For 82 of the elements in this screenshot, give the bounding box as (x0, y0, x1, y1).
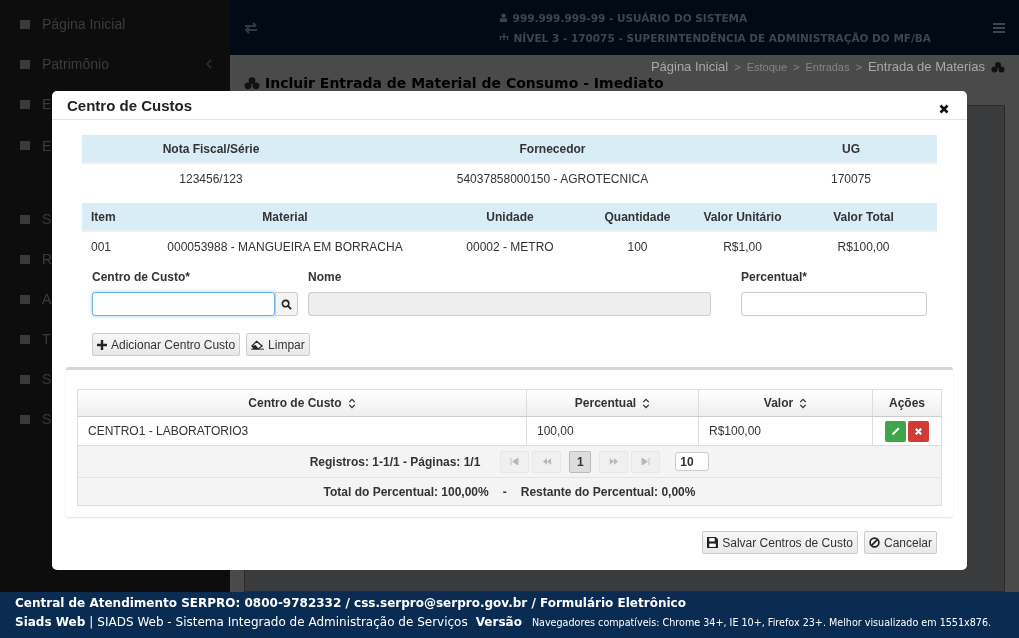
search-icon (281, 298, 292, 310)
column-header: UG (841, 141, 861, 156)
add-button[interactable]: Adicionar Centro Custo (92, 333, 241, 356)
close-icon (914, 426, 923, 436)
column-header: Unidade (485, 209, 535, 224)
table-cell: R$100,00 (699, 417, 873, 445)
plus-icon (97, 339, 107, 350)
table-cell-text: R$100,00 (836, 240, 891, 254)
clear-button[interactable]: Limpar (246, 333, 310, 356)
save-button[interactable]: Salvar Centros de Custo (702, 531, 858, 554)
field-label: Percentual* (741, 270, 809, 284)
sort-icon (347, 397, 356, 409)
previous-page-icon (541, 458, 552, 465)
table-cell-text: 100 (626, 240, 649, 254)
system-name: SIADS Web - Sistema Integrado de Administração de Serviços (97, 615, 468, 629)
modal-title: Centro de Custos (67, 96, 192, 114)
breadcrumb-separator: > (734, 60, 741, 73)
column-header[interactable]: Percentual (527, 390, 699, 416)
separator-text: | (89, 615, 94, 629)
table-cell-text: 54037858000150 - AGROTECNICA (455, 172, 650, 186)
pencil-icon (890, 426, 901, 436)
close-icon[interactable] (939, 103, 949, 114)
cancel-button[interactable]: Cancelar (863, 531, 937, 554)
remaining-percent: Restante do Percentual: 0,00% (520, 484, 696, 499)
input-field[interactable] (741, 292, 927, 316)
total-percent: Total do Percentual: 100,00% (323, 484, 489, 499)
menu-icon[interactable] (993, 22, 1005, 33)
column-header: Material (261, 209, 309, 224)
breadcrumb-link[interactable]: Estoque (746, 60, 787, 73)
brand-name: Siads Web (15, 615, 86, 629)
first-page-icon (510, 458, 520, 465)
edit-button[interactable] (885, 420, 906, 442)
breadcrumb-link[interactable]: Entrada de Materias (867, 59, 985, 74)
pagination-summary: Registros: 1-1/1 - Páginas: 1/1 (309, 454, 481, 469)
table-cell-text: 001 (90, 240, 113, 254)
column-header[interactable]: Centro de Custo (78, 390, 527, 416)
next-page-icon (608, 458, 619, 465)
ban-icon (868, 537, 880, 548)
table-cell: 100,00 (527, 417, 699, 445)
browser-note: Navegadores compatíveis: Chrome 34+, IE 10+, Firefox 23+. Melhor visualizado em 1551x876. (531, 617, 992, 628)
delete-button[interactable] (908, 420, 929, 442)
column-header: Fornecedor (518, 141, 587, 156)
breadcrumb-separator: > (793, 60, 800, 73)
user-name: 999.999.999-99 - USUÁRIO DO SISTEMA (512, 11, 748, 24)
user-icon (498, 13, 508, 22)
table-cell-text: R$1,00 (722, 240, 763, 254)
table-cell-text: 170075 (829, 172, 872, 186)
column-header: Item (90, 209, 117, 224)
sort-icon (799, 397, 808, 409)
page-size-select[interactable]: 10 (675, 452, 710, 471)
breadcrumb-link[interactable]: Entradas (805, 60, 850, 73)
hierarchy-icon (498, 33, 509, 42)
search-button[interactable] (275, 292, 298, 316)
floppy-icon (707, 537, 719, 548)
sort-icon (642, 397, 651, 409)
swap-icon[interactable] (244, 21, 258, 34)
version-label: Versão (475, 615, 522, 629)
column-header: Quantidade (603, 209, 672, 224)
page-button[interactable]: 1 (569, 450, 592, 473)
column-header: Valor Unitário (702, 209, 783, 224)
table-cell-text: 000053988 - MANGUEIRA EM BORRACHA (166, 240, 404, 254)
page-title: Incluir Entrada de Material de Consumo - Imediato (265, 75, 664, 91)
breadcrumb-separator: > (855, 60, 862, 73)
column-header: Valor Total (832, 209, 895, 224)
table-cell-text: 123456/123 (178, 172, 244, 186)
column-header[interactable]: Ações (873, 390, 941, 416)
user-level: NÍVEL 3 - 170075 - SUPERINTENDÊNCIA DE ADMINISTRAÇÃO DO MF/BA (513, 31, 931, 44)
field-label: Centro de Custo* (92, 270, 191, 284)
separator-text: - (502, 484, 507, 499)
field-label: Nome (308, 270, 343, 284)
breadcrumb-link[interactable]: Página Inicial (650, 59, 729, 74)
column-header: Nota Fiscal/Série (161, 141, 261, 156)
chevron-left-icon (206, 59, 212, 69)
cubes-icon (991, 60, 1005, 73)
eraser-icon (251, 339, 265, 350)
column-header[interactable]: Valor (699, 390, 873, 416)
last-page-icon (641, 458, 651, 465)
table-cell-text: 00002 - METRO (465, 240, 555, 254)
cubes-icon (244, 76, 260, 90)
table-cell: CENTRO1 - LABORATORIO3 (78, 417, 527, 445)
input-field[interactable] (92, 292, 275, 316)
contact-info: Central de Atendimento SERPRO: 0800-9782332 / css.serpro@serpro.gov.br / Formulário Eletrônico (15, 596, 687, 610)
